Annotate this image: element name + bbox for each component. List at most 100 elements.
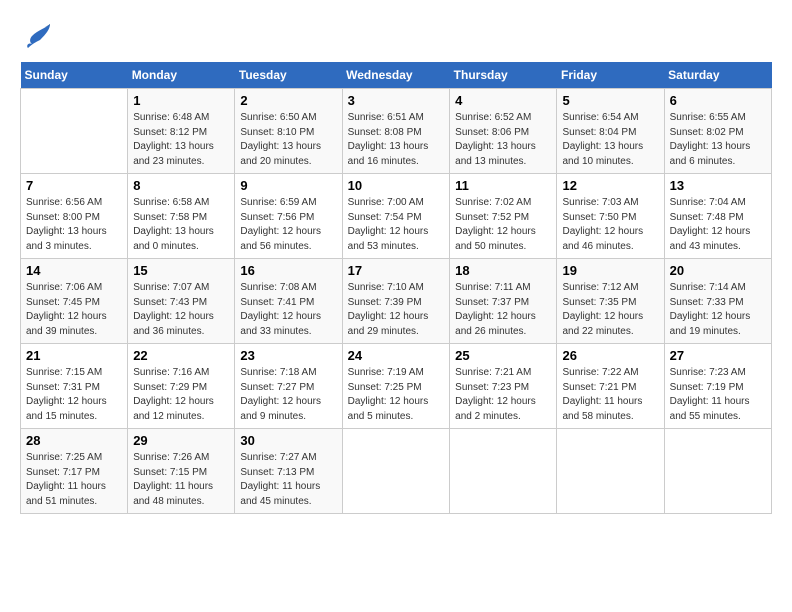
calendar-cell xyxy=(21,89,128,174)
day-number: 20 xyxy=(670,263,766,278)
col-header-friday: Friday xyxy=(557,62,664,89)
day-info: Sunrise: 6:58 AM Sunset: 7:58 PM Dayligh… xyxy=(133,196,229,254)
calendar-cell: 20Sunrise: 7:14 AM Sunset: 7:33 PM Dayli… xyxy=(664,259,771,344)
calendar-cell: 18 Sunrise: 7:11 AM Sunset: 7:37 PM Dayli… xyxy=(450,259,557,344)
day-number: 12 xyxy=(562,178,658,193)
day-number: 14 xyxy=(26,263,122,278)
day-info: Sunrise: 7:11 AM Sunset: 7:37 PM Dayligh… xyxy=(455,281,551,339)
calendar-cell: 12Sunrise: 7:03 AM Sunset: 7:50 PM Dayli… xyxy=(557,174,664,259)
calendar-cell: 25Sunrise: 7:21 AM Sunset: 7:23 PM Dayli… xyxy=(450,344,557,429)
day-info: Sunrise: 6:51 AM Sunset: 8:08 PM Dayligh… xyxy=(348,111,445,169)
day-number: 8 xyxy=(133,178,229,193)
calendar-cell: 10 Sunrise: 7:00 AM Sunset: 7:54 PM Dayli… xyxy=(342,174,450,259)
day-number: 11 xyxy=(455,178,551,193)
col-header-saturday: Saturday xyxy=(664,62,771,89)
day-number: 3 xyxy=(348,93,445,108)
day-info: Sunrise: 6:50 AM Sunset: 8:10 PM Dayligh… xyxy=(240,111,336,169)
day-number: 27 xyxy=(670,348,766,363)
day-info: Sunrise: 7:27 AM Sunset: 7:13 PM Dayligh… xyxy=(240,451,336,509)
day-info: Sunrise: 7:06 AM Sunset: 7:45 PM Dayligh… xyxy=(26,281,122,339)
day-number: 17 xyxy=(348,263,445,278)
calendar-cell: 11 Sunrise: 7:02 AM Sunset: 7:52 PM Dayli… xyxy=(450,174,557,259)
calendar-cell: 6 Sunrise: 6:55 AM Sunset: 8:02 PM Daylig… xyxy=(664,89,771,174)
day-number: 25 xyxy=(455,348,551,363)
day-number: 16 xyxy=(240,263,336,278)
page-header xyxy=(20,20,772,52)
day-number: 2 xyxy=(240,93,336,108)
day-info: Sunrise: 6:48 AM Sunset: 8:12 PM Dayligh… xyxy=(133,111,229,169)
calendar-cell: 24 Sunrise: 7:19 AM Sunset: 7:25 PM Dayli… xyxy=(342,344,450,429)
day-info: Sunrise: 7:18 AM Sunset: 7:27 PM Dayligh… xyxy=(240,366,336,424)
day-number: 23 xyxy=(240,348,336,363)
day-info: Sunrise: 7:04 AM Sunset: 7:48 PM Dayligh… xyxy=(670,196,766,254)
day-number: 26 xyxy=(562,348,658,363)
day-number: 10 xyxy=(348,178,445,193)
day-info: Sunrise: 7:26 AM Sunset: 7:15 PM Dayligh… xyxy=(133,451,229,509)
calendar-cell: 13 Sunrise: 7:04 AM Sunset: 7:48 PM Dayli… xyxy=(664,174,771,259)
calendar-cell: 16 Sunrise: 7:08 AM Sunset: 7:41 PM Dayli… xyxy=(235,259,342,344)
calendar-cell: 17 Sunrise: 7:10 AM Sunset: 7:39 PM Dayli… xyxy=(342,259,450,344)
day-number: 30 xyxy=(240,433,336,448)
calendar-cell: 7 Sunrise: 6:56 AM Sunset: 8:00 PM Daylig… xyxy=(21,174,128,259)
day-info: Sunrise: 6:54 AM Sunset: 8:04 PM Dayligh… xyxy=(562,111,658,169)
calendar-week-row: 14 Sunrise: 7:06 AM Sunset: 7:45 PM Dayli… xyxy=(21,259,772,344)
calendar-cell: 28 Sunrise: 7:25 AM Sunset: 7:17 PM Dayli… xyxy=(21,429,128,514)
day-number: 13 xyxy=(670,178,766,193)
day-number: 15 xyxy=(133,263,229,278)
calendar-cell: 26 Sunrise: 7:22 AM Sunset: 7:21 PM Dayli… xyxy=(557,344,664,429)
col-header-monday: Monday xyxy=(128,62,235,89)
day-info: Sunrise: 7:10 AM Sunset: 7:39 PM Dayligh… xyxy=(348,281,445,339)
calendar-cell: 15 Sunrise: 7:07 AM Sunset: 7:43 PM Dayli… xyxy=(128,259,235,344)
day-info: Sunrise: 7:02 AM Sunset: 7:52 PM Dayligh… xyxy=(455,196,551,254)
calendar-cell: 27 Sunrise: 7:23 AM Sunset: 7:19 PM Dayli… xyxy=(664,344,771,429)
day-number: 22 xyxy=(133,348,229,363)
day-info: Sunrise: 7:08 AM Sunset: 7:41 PM Dayligh… xyxy=(240,281,336,339)
calendar-week-row: 1 Sunrise: 6:48 AM Sunset: 8:12 PM Daylig… xyxy=(21,89,772,174)
calendar-cell: 8 Sunrise: 6:58 AM Sunset: 7:58 PM Daylig… xyxy=(128,174,235,259)
day-number: 7 xyxy=(26,178,122,193)
day-number: 19 xyxy=(562,263,658,278)
day-number: 24 xyxy=(348,348,445,363)
day-info: Sunrise: 6:56 AM Sunset: 8:00 PM Dayligh… xyxy=(26,196,122,254)
day-info: Sunrise: 7:25 AM Sunset: 7:17 PM Dayligh… xyxy=(26,451,122,509)
day-number: 4 xyxy=(455,93,551,108)
day-number: 1 xyxy=(133,93,229,108)
day-info: Sunrise: 7:00 AM Sunset: 7:54 PM Dayligh… xyxy=(348,196,445,254)
day-number: 9 xyxy=(240,178,336,193)
calendar-cell: 19Sunrise: 7:12 AM Sunset: 7:35 PM Dayli… xyxy=(557,259,664,344)
day-info: Sunrise: 7:22 AM Sunset: 7:21 PM Dayligh… xyxy=(562,366,658,424)
calendar-week-row: 28 Sunrise: 7:25 AM Sunset: 7:17 PM Dayli… xyxy=(21,429,772,514)
calendar-cell: 22 Sunrise: 7:16 AM Sunset: 7:29 PM Dayli… xyxy=(128,344,235,429)
day-info: Sunrise: 7:07 AM Sunset: 7:43 PM Dayligh… xyxy=(133,281,229,339)
calendar-cell: 29 Sunrise: 7:26 AM Sunset: 7:15 PM Dayli… xyxy=(128,429,235,514)
day-number: 28 xyxy=(26,433,122,448)
calendar-cell: 3 Sunrise: 6:51 AM Sunset: 8:08 PM Daylig… xyxy=(342,89,450,174)
day-number: 21 xyxy=(26,348,122,363)
logo-bird-icon xyxy=(22,20,54,52)
col-header-wednesday: Wednesday xyxy=(342,62,450,89)
day-number: 5 xyxy=(562,93,658,108)
calendar-cell: 5 Sunrise: 6:54 AM Sunset: 8:04 PM Daylig… xyxy=(557,89,664,174)
day-info: Sunrise: 7:23 AM Sunset: 7:19 PM Dayligh… xyxy=(670,366,766,424)
day-number: 29 xyxy=(133,433,229,448)
calendar-header-row: SundayMondayTuesdayWednesdayThursdayFrid… xyxy=(21,62,772,89)
day-info: Sunrise: 6:52 AM Sunset: 8:06 PM Dayligh… xyxy=(455,111,551,169)
calendar-week-row: 21 Sunrise: 7:15 AM Sunset: 7:31 PM Dayli… xyxy=(21,344,772,429)
calendar-cell: 30 Sunrise: 7:27 AM Sunset: 7:13 PM Dayli… xyxy=(235,429,342,514)
day-number: 18 xyxy=(455,263,551,278)
col-header-thursday: Thursday xyxy=(450,62,557,89)
calendar-cell: 14 Sunrise: 7:06 AM Sunset: 7:45 PM Dayli… xyxy=(21,259,128,344)
calendar-table: SundayMondayTuesdayWednesdayThursdayFrid… xyxy=(20,62,772,514)
day-number: 6 xyxy=(670,93,766,108)
col-header-tuesday: Tuesday xyxy=(235,62,342,89)
day-info: Sunrise: 7:16 AM Sunset: 7:29 PM Dayligh… xyxy=(133,366,229,424)
calendar-cell: 2 Sunrise: 6:50 AM Sunset: 8:10 PM Daylig… xyxy=(235,89,342,174)
calendar-cell xyxy=(557,429,664,514)
day-info: Sunrise: 7:15 AM Sunset: 7:31 PM Dayligh… xyxy=(26,366,122,424)
day-info: Sunrise: 6:59 AM Sunset: 7:56 PM Dayligh… xyxy=(240,196,336,254)
day-info: Sunrise: 6:55 AM Sunset: 8:02 PM Dayligh… xyxy=(670,111,766,169)
col-header-sunday: Sunday xyxy=(21,62,128,89)
calendar-cell: 21 Sunrise: 7:15 AM Sunset: 7:31 PM Dayli… xyxy=(21,344,128,429)
day-info: Sunrise: 7:19 AM Sunset: 7:25 PM Dayligh… xyxy=(348,366,445,424)
calendar-cell: 4 Sunrise: 6:52 AM Sunset: 8:06 PM Daylig… xyxy=(450,89,557,174)
